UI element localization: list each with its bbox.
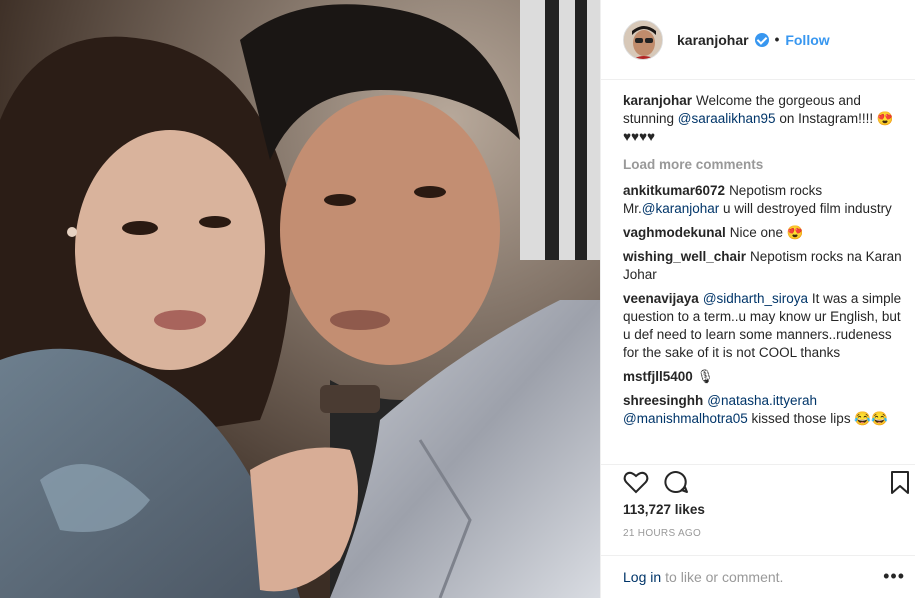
comment-username[interactable]: mstfjll5400 [623,369,693,384]
likes-count[interactable]: 113,727 likes [623,502,705,517]
comment-text: 🎙 [696,369,714,384]
comment-item: shreesinghh @natasha.ittyerah @manishmalh… [623,392,903,428]
comment-text-after: u will destroyed film industry [719,201,892,216]
comment-username[interactable]: shreesinghh [623,393,703,408]
caption-mention[interactable]: @saraalikhan95 [678,111,776,126]
post-photo-illustration [0,0,600,598]
more-options-icon[interactable]: ••• [883,566,905,587]
comment-username[interactable]: wishing_well_chair [623,249,746,264]
login-prompt-text: to like or comment. [665,569,784,585]
post-photo[interactable] [0,0,600,598]
post-author-username[interactable]: karanjohar [677,32,749,48]
post-timestamp[interactable]: 21 HOURS AGO [623,528,701,539]
comment-text: Nice one 😍 [729,225,804,240]
comment-mention[interactable]: @karanjohar [642,201,720,216]
login-link[interactable]: Log in [623,569,661,585]
verified-badge-icon [754,32,769,47]
caption-username[interactable]: karanjohar [623,93,692,108]
comment-item: ankitkumar6072 Nepotism rocks Mr.@karanjo… [623,182,903,218]
post-header: karanjohar • Follow [601,0,915,80]
post-side-panel: karanjohar • Follow karanjohar Welcome th… [600,0,915,598]
comment-mention[interactable]: @sidharth_siroya [703,291,808,306]
load-more-comments-button[interactable]: Load more comments [623,156,903,174]
comment-username[interactable]: veenavijaya [623,291,699,306]
comment-item: wishing_well_chair Nepotism rocks na Kara… [623,248,903,284]
comment-icon[interactable] [663,470,689,497]
comment-text-after: kissed those lips 😂😂 [747,411,888,426]
heart-icon[interactable] [623,470,649,497]
comments-list[interactable]: karanjohar Welcome the gorgeous and stunn… [623,92,903,458]
avatar[interactable] [623,19,663,60]
follow-button[interactable]: Follow [785,32,829,48]
login-footer: Log in to like or comment. ••• [601,555,915,598]
avatar-image [624,20,662,59]
comment-item: vaghmodekunal Nice one 😍 [623,224,903,242]
comment-username[interactable]: ankitkumar6072 [623,183,725,198]
post-actions-bar [601,464,915,498]
bookmark-icon[interactable] [889,470,911,499]
comment-item: mstfjll5400 🎙 [623,368,903,386]
comment-username[interactable]: vaghmodekunal [623,225,726,240]
post-caption: karanjohar Welcome the gorgeous and stunn… [623,92,903,146]
comment-item: veenavijaya @sidharth_siroya It was a sim… [623,290,903,362]
separator-dot: • [774,32,780,47]
